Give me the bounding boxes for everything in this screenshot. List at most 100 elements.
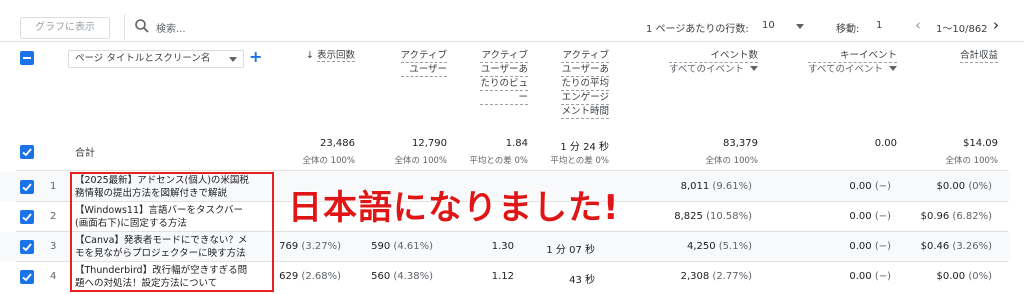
total-key-events: 0.00 bbox=[874, 138, 897, 149]
percent: (3.27%) bbox=[301, 241, 341, 252]
value: 769 bbox=[279, 241, 299, 252]
percent: (−) bbox=[874, 211, 891, 222]
row-checkbox[interactable] bbox=[20, 210, 34, 224]
value: 0.00 bbox=[849, 211, 872, 222]
header-line: メント時間 bbox=[561, 106, 609, 119]
column-header-active-users[interactable]: アクティブ ユーザー bbox=[400, 49, 447, 77]
value: 0.00 bbox=[849, 181, 872, 192]
chevron-down-icon bbox=[750, 66, 758, 71]
views-per-user-cell: 1.12 bbox=[491, 271, 514, 282]
next-page-icon[interactable]: › bbox=[993, 18, 999, 33]
total-views-per-user-diff: 平均との差 0% bbox=[469, 156, 528, 166]
search-icon[interactable] bbox=[134, 18, 150, 34]
divider bbox=[16, 170, 1008, 171]
percent: (4.61%) bbox=[393, 241, 433, 252]
toolbar-divider bbox=[124, 14, 125, 40]
rows-per-page-select[interactable]: 10 bbox=[762, 20, 775, 31]
column-header-views-label: 表示回数 bbox=[316, 50, 355, 62]
column-header-avg-engagement[interactable]: アクティブ ユーザーあ たりの平均 エンゲージ メント時間 bbox=[561, 49, 609, 119]
total-revenue: $14.09 bbox=[963, 138, 998, 149]
views-per-user-cell: 1.30 bbox=[491, 241, 514, 252]
show-in-graph-button[interactable]: グラフに表示 bbox=[20, 17, 110, 39]
views-cell: 769 (3.27%) bbox=[279, 241, 341, 252]
value: 0.00 bbox=[849, 271, 872, 282]
value: $0.46 bbox=[920, 241, 950, 252]
value: 4,250 bbox=[686, 241, 716, 252]
avg-engagement-cell: 1 分 07 秒 bbox=[546, 245, 595, 256]
goto-page-input[interactable]: 1 bbox=[876, 20, 882, 31]
header-line: ユーザーあ bbox=[561, 64, 609, 77]
revenue-cell: $0.00 (0%) bbox=[937, 271, 993, 282]
total-views: 23,486 bbox=[320, 138, 355, 149]
select-all-checkbox[interactable] bbox=[20, 51, 34, 65]
annotation-text: 日本語になりました! bbox=[287, 187, 620, 229]
column-header-event-count[interactable]: イベント数 すべてのイベント bbox=[669, 49, 758, 76]
avg-engagement-cell: 43 秒 bbox=[569, 275, 595, 286]
event-count-cell: 4,250 (5.1%) bbox=[687, 241, 752, 252]
dimension-select-label: ページ タイトルとスクリーン名 bbox=[75, 53, 211, 64]
percent: (−) bbox=[874, 271, 891, 282]
revenue-cell: $0.46 (3.26%) bbox=[921, 241, 992, 252]
row-checkbox[interactable] bbox=[20, 180, 34, 194]
percent: (5.1%) bbox=[718, 241, 752, 252]
rows-per-page-label: 1 ページあたりの行数: bbox=[646, 24, 749, 35]
value: 2,308 bbox=[680, 271, 710, 282]
value: $0.00 bbox=[936, 271, 966, 282]
value: 590 bbox=[371, 241, 391, 252]
percent: (−) bbox=[874, 241, 891, 252]
chevron-down-icon bbox=[889, 66, 897, 71]
percent: (4.38%) bbox=[393, 271, 433, 282]
column-header-key-events[interactable]: キーイベント すべてのイベント bbox=[808, 49, 897, 76]
column-header-views-per-user[interactable]: アクティブ ユーザーあ たりのビュ ー bbox=[480, 49, 528, 105]
dimension-select[interactable]: ページ タイトルとスクリーン名 bbox=[68, 50, 244, 68]
total-views-per-user: 1.84 bbox=[505, 138, 528, 149]
row-checkbox[interactable] bbox=[20, 270, 34, 284]
value: 629 bbox=[279, 271, 299, 282]
percent: (6.82%) bbox=[952, 211, 992, 222]
column-header-total-revenue[interactable]: 合計収益 bbox=[959, 49, 998, 63]
event-count-cell: 8,825 (10.58%) bbox=[674, 211, 752, 222]
header-line: アクティブ bbox=[400, 50, 447, 63]
views-cell: 629 (2.68%) bbox=[279, 271, 341, 282]
percent: (9.61%) bbox=[712, 181, 752, 192]
value: 560 bbox=[371, 271, 391, 282]
header-line: アクティブ bbox=[480, 50, 528, 63]
percent: (2.68%) bbox=[301, 271, 341, 282]
chevron-down-icon[interactable] bbox=[796, 24, 804, 29]
event-filter-label: すべてのイベント bbox=[669, 64, 744, 75]
row-number: 1 bbox=[50, 181, 57, 192]
search-input[interactable]: 検索... bbox=[156, 20, 186, 35]
totals-checkbox[interactable] bbox=[20, 145, 34, 159]
row-checkbox[interactable] bbox=[20, 240, 34, 254]
total-revenue-share: 全体の 100% bbox=[945, 156, 998, 166]
key-event-filter-select[interactable]: すべてのイベント bbox=[808, 63, 897, 76]
row-number: 3 bbox=[50, 241, 57, 252]
row-number: 4 bbox=[50, 271, 57, 282]
key-events-cell: 0.00 (−) bbox=[849, 181, 891, 192]
header-line: 合計収益 bbox=[959, 50, 998, 63]
header-line: たりの平均 bbox=[561, 78, 609, 91]
active-users-cell: 560 (4.38%) bbox=[371, 271, 433, 282]
goto-label: 移動: bbox=[836, 24, 860, 35]
percent: (3.26%) bbox=[952, 241, 992, 252]
previous-page-icon[interactable]: ‹ bbox=[915, 18, 921, 33]
header-line: エンゲージ bbox=[561, 92, 609, 105]
column-header-views[interactable]: ↓ 表示回数 bbox=[306, 49, 355, 62]
key-events-cell: 0.00 (−) bbox=[849, 241, 891, 252]
percent: (10.58%) bbox=[706, 211, 752, 222]
header-line: たりのビュ bbox=[480, 78, 528, 91]
key-events-cell: 0.00 (−) bbox=[849, 211, 891, 222]
key-events-cell: 0.00 (−) bbox=[849, 271, 891, 282]
percent: (2.77%) bbox=[712, 271, 752, 282]
event-count-cell: 2,308 (2.77%) bbox=[681, 271, 752, 282]
pagination-range: 1〜10/862 bbox=[936, 24, 988, 35]
header-line: ユーザーあ bbox=[480, 64, 528, 77]
header-line: アクティブ bbox=[561, 50, 609, 63]
sort-down-icon: ↓ bbox=[305, 50, 314, 61]
value: $0.96 bbox=[920, 211, 950, 222]
value: 0.00 bbox=[849, 241, 872, 252]
percent: (0%) bbox=[968, 271, 992, 282]
add-dimension-icon[interactable]: + bbox=[249, 48, 262, 66]
header-line: ー bbox=[480, 91, 528, 105]
event-filter-select[interactable]: すべてのイベント bbox=[669, 63, 758, 76]
